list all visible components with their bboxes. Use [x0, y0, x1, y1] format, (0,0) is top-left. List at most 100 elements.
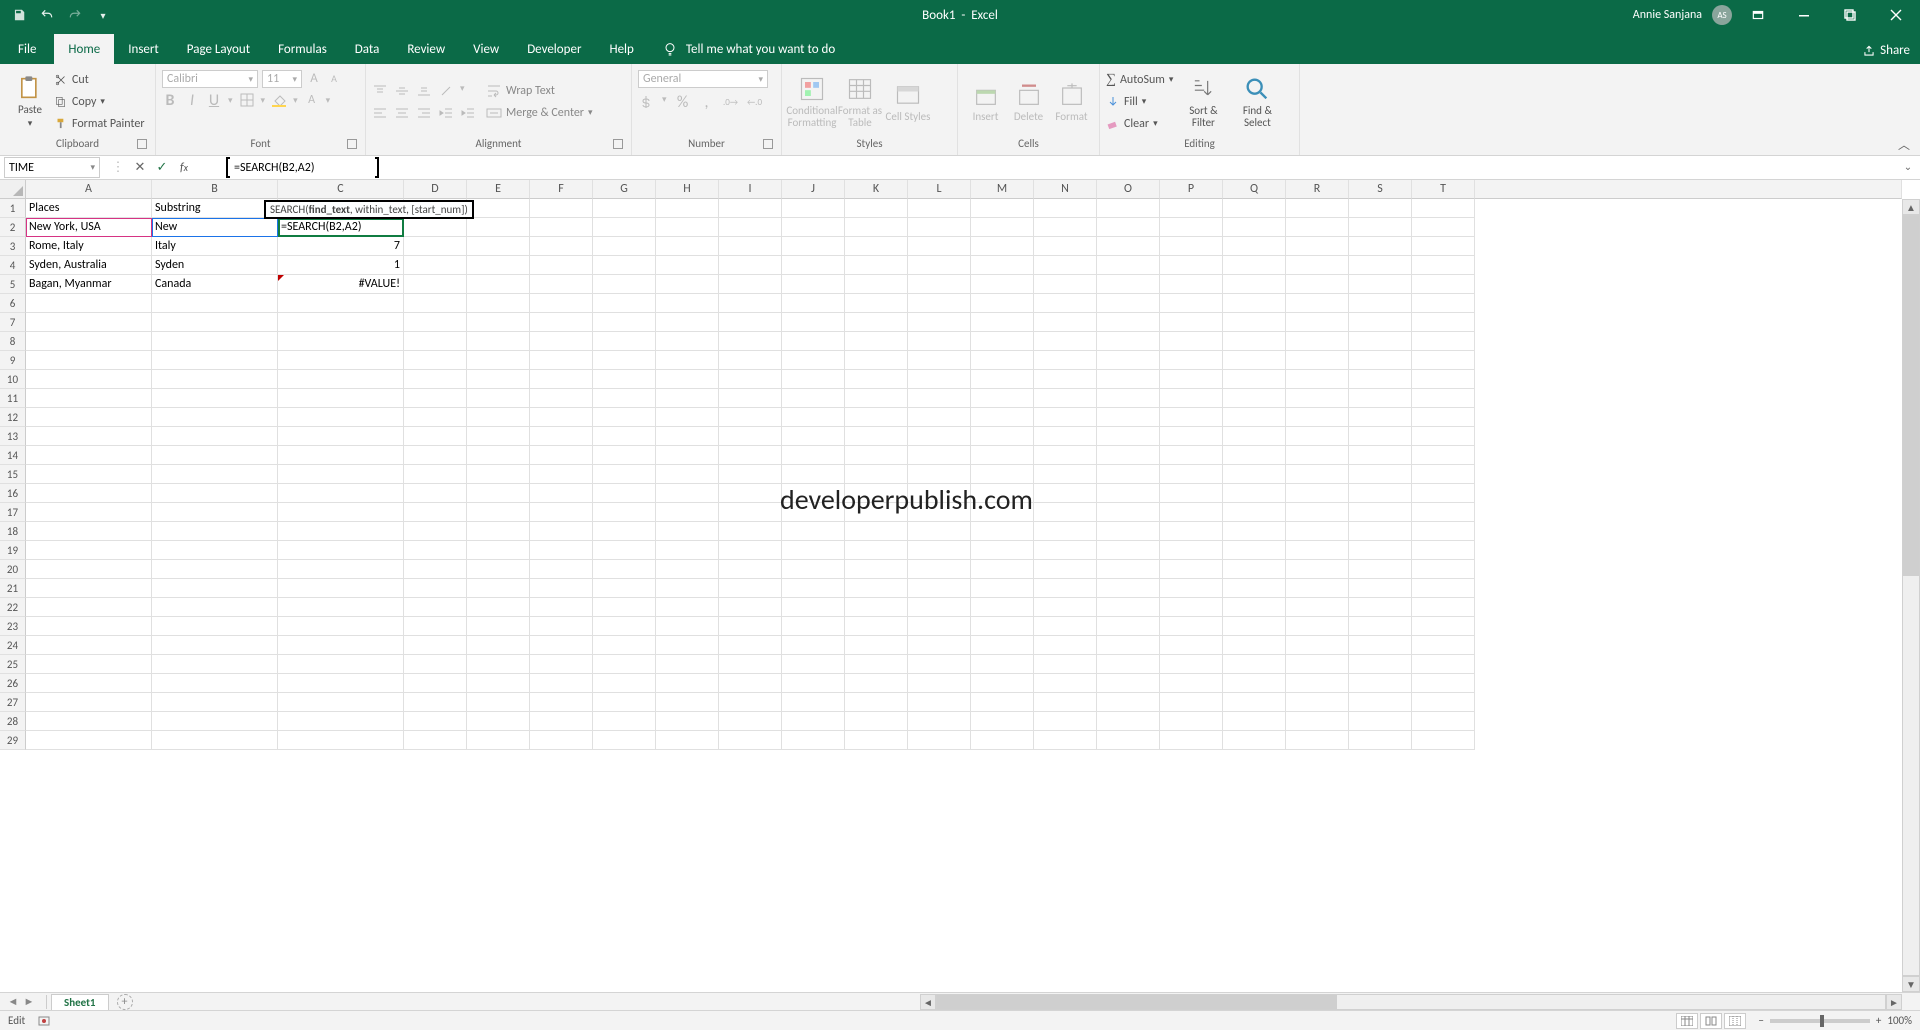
cell[interactable]	[971, 275, 1034, 294]
cell[interactable]	[1097, 370, 1160, 389]
cell[interactable]	[719, 598, 782, 617]
cell[interactable]	[908, 446, 971, 465]
cell[interactable]	[719, 275, 782, 294]
vertical-scrollbar[interactable]: ▲ ▼	[1902, 199, 1920, 992]
cell[interactable]	[467, 446, 530, 465]
cell[interactable]	[530, 237, 593, 256]
cell[interactable]	[719, 351, 782, 370]
cell[interactable]: 7	[278, 237, 404, 256]
cell[interactable]	[1223, 484, 1286, 503]
cell[interactable]	[1034, 313, 1097, 332]
cell[interactable]	[1349, 655, 1412, 674]
cell[interactable]	[1349, 598, 1412, 617]
cell[interactable]	[782, 598, 845, 617]
cell[interactable]	[719, 560, 782, 579]
cell[interactable]	[971, 541, 1034, 560]
paste-button[interactable]: Paste ▾	[6, 69, 54, 135]
cell[interactable]	[1034, 446, 1097, 465]
column-header[interactable]: E	[467, 180, 530, 199]
cell[interactable]	[1223, 674, 1286, 693]
cell[interactable]	[278, 332, 404, 351]
cell[interactable]	[782, 427, 845, 446]
scroll-right-icon[interactable]: ►	[1886, 994, 1902, 1010]
cell[interactable]	[1034, 427, 1097, 446]
indent-inc-icon[interactable]	[460, 105, 476, 121]
cell[interactable]	[1223, 503, 1286, 522]
cell[interactable]	[152, 579, 278, 598]
row-header[interactable]: 22	[0, 598, 26, 617]
page-break-view-icon[interactable]	[1724, 1013, 1746, 1029]
row-header[interactable]: 5	[0, 275, 26, 294]
cell[interactable]	[467, 294, 530, 313]
row-header[interactable]: 9	[0, 351, 26, 370]
cell[interactable]	[1160, 370, 1223, 389]
cell[interactable]	[1097, 655, 1160, 674]
cell[interactable]	[26, 389, 152, 408]
cell[interactable]	[908, 674, 971, 693]
cell[interactable]	[26, 617, 152, 636]
cell[interactable]	[971, 294, 1034, 313]
cell[interactable]	[1160, 655, 1223, 674]
cell[interactable]	[593, 199, 656, 218]
cell[interactable]	[467, 522, 530, 541]
cell[interactable]	[1097, 693, 1160, 712]
cell[interactable]	[404, 332, 467, 351]
cell[interactable]	[1034, 389, 1097, 408]
cell[interactable]	[404, 275, 467, 294]
cell[interactable]	[593, 693, 656, 712]
cell[interactable]	[971, 674, 1034, 693]
column-header[interactable]: R	[1286, 180, 1349, 199]
cell[interactable]	[1286, 427, 1349, 446]
cell[interactable]	[1412, 598, 1475, 617]
cell[interactable]	[908, 408, 971, 427]
cell[interactable]	[719, 617, 782, 636]
cell[interactable]	[1223, 636, 1286, 655]
orientation-icon[interactable]	[438, 83, 454, 99]
cell[interactable]	[656, 427, 719, 446]
cell[interactable]	[1034, 636, 1097, 655]
cell[interactable]	[845, 408, 908, 427]
cell[interactable]	[1034, 731, 1097, 750]
cell[interactable]	[1160, 541, 1223, 560]
dialog-launcher-icon[interactable]	[137, 139, 147, 149]
cell[interactable]	[26, 294, 152, 313]
cell[interactable]	[1034, 560, 1097, 579]
cell[interactable]	[971, 332, 1034, 351]
bold-icon[interactable]: B	[162, 92, 178, 108]
cell[interactable]	[530, 199, 593, 218]
cell[interactable]	[593, 541, 656, 560]
cell[interactable]	[1412, 503, 1475, 522]
cell[interactable]	[1286, 237, 1349, 256]
cell[interactable]	[719, 693, 782, 712]
cell[interactable]	[656, 446, 719, 465]
cell[interactable]	[404, 370, 467, 389]
cell[interactable]	[1034, 598, 1097, 617]
cell[interactable]	[1412, 389, 1475, 408]
share-button[interactable]: Share	[1862, 43, 1910, 64]
cell[interactable]	[1097, 446, 1160, 465]
cell[interactable]	[656, 275, 719, 294]
zoom-slider[interactable]	[1770, 1019, 1870, 1023]
cell[interactable]	[1034, 332, 1097, 351]
cell[interactable]	[1223, 541, 1286, 560]
cell[interactable]	[782, 731, 845, 750]
cell[interactable]	[530, 465, 593, 484]
cell[interactable]	[1349, 351, 1412, 370]
cell[interactable]	[278, 427, 404, 446]
cell[interactable]	[278, 579, 404, 598]
cell[interactable]	[1097, 256, 1160, 275]
align-middle-icon[interactable]	[394, 83, 410, 99]
cell[interactable]	[1412, 237, 1475, 256]
cell[interactable]	[1160, 275, 1223, 294]
cell[interactable]	[1286, 465, 1349, 484]
cell[interactable]	[278, 598, 404, 617]
save-icon[interactable]	[8, 4, 30, 26]
cell[interactable]	[1034, 522, 1097, 541]
cell[interactable]	[1223, 408, 1286, 427]
cell[interactable]	[1097, 275, 1160, 294]
cell[interactable]	[404, 408, 467, 427]
column-header[interactable]: S	[1349, 180, 1412, 199]
cell[interactable]	[845, 674, 908, 693]
cell[interactable]	[1034, 408, 1097, 427]
cell[interactable]	[908, 636, 971, 655]
